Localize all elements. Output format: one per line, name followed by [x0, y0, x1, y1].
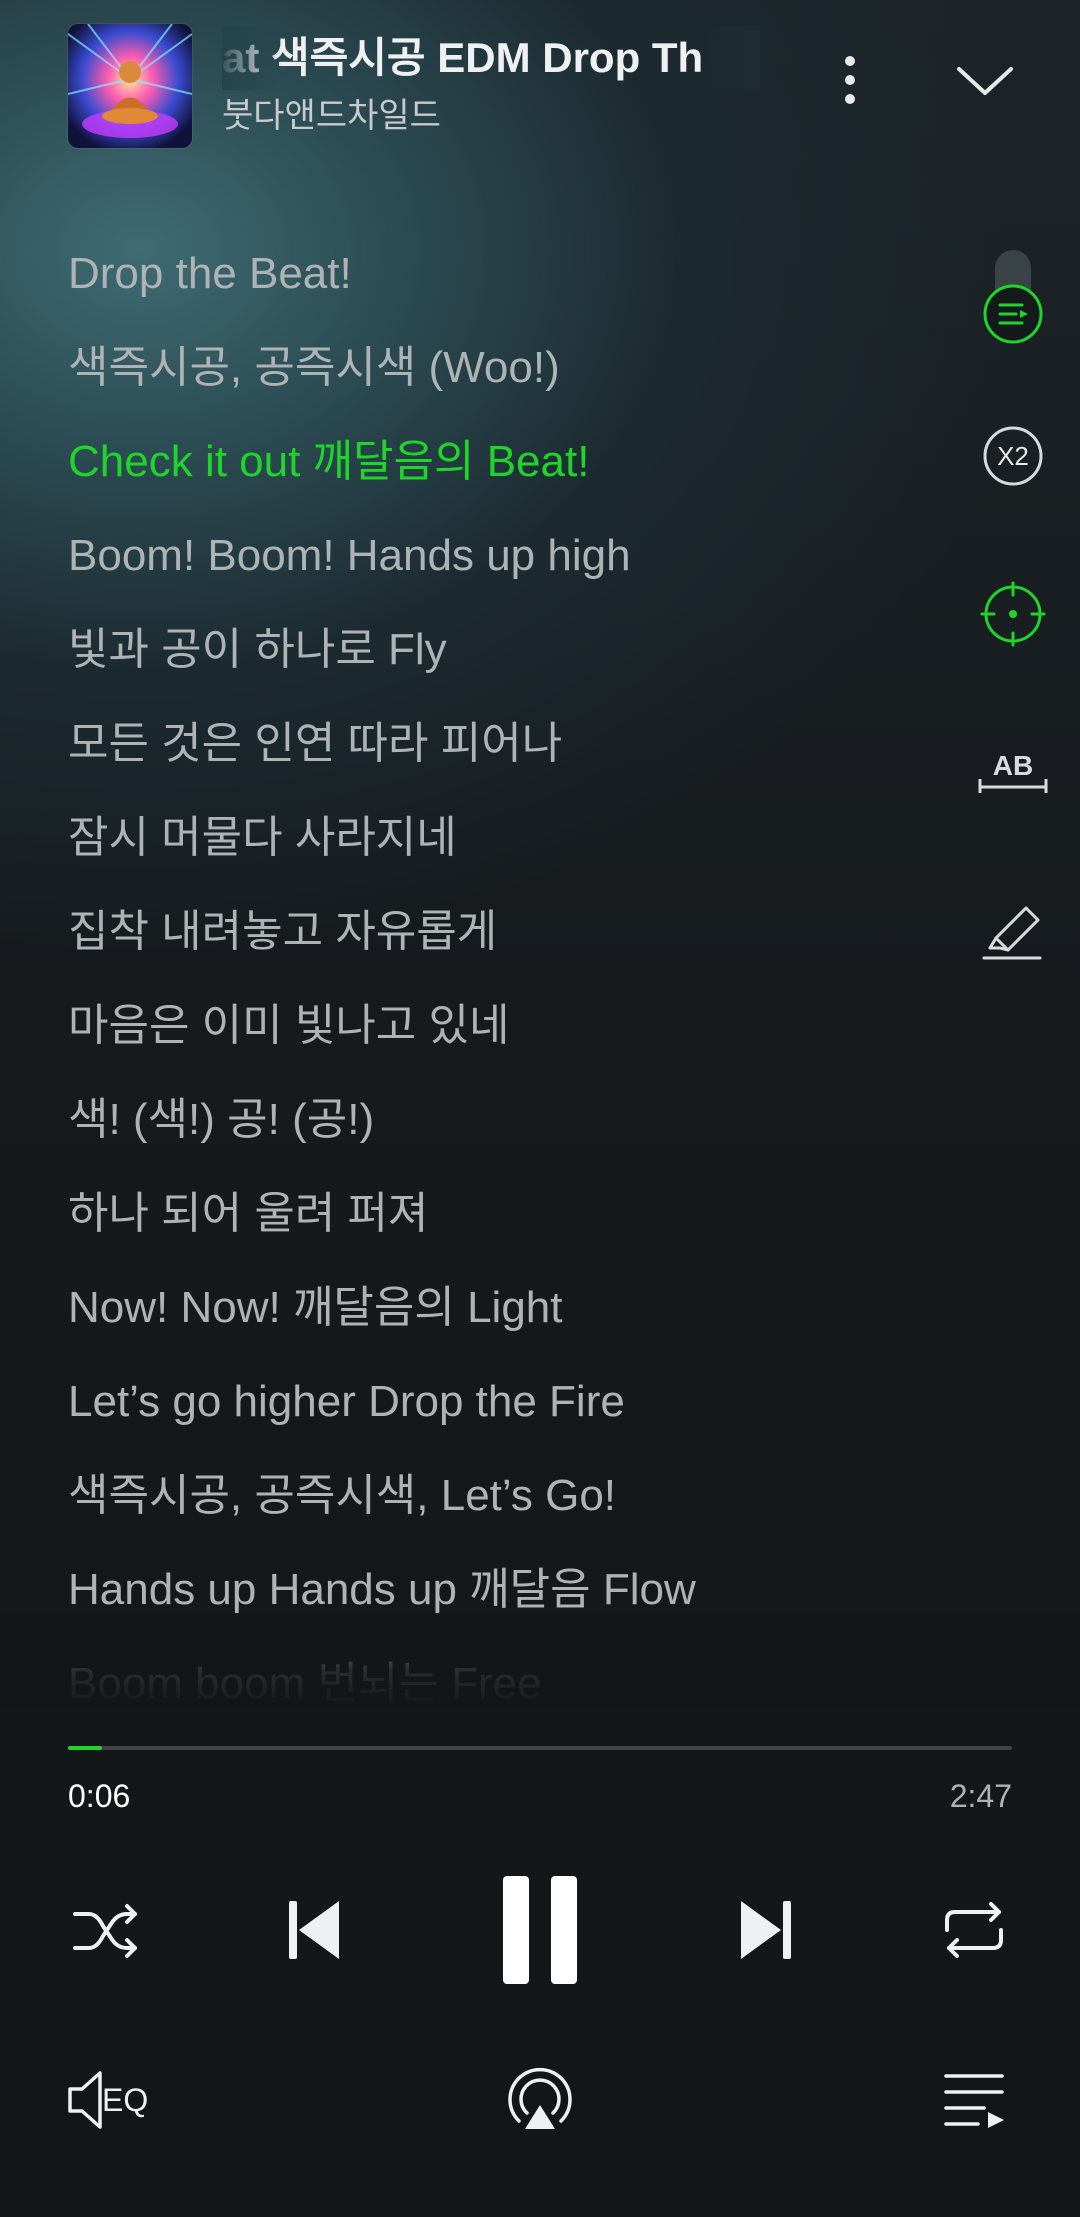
title-fade-right — [705, 26, 760, 90]
lyric-line[interactable]: 색즉시공, 공즉시색, Let’s Go! — [68, 1462, 948, 1556]
lyric-line[interactable]: 하나 되어 울려 퍼져 — [68, 1180, 948, 1274]
lyric-line[interactable]: 집착 내려놓고 자유롭게 — [68, 898, 948, 992]
lyrics-sync-icon[interactable] — [978, 279, 1048, 349]
lyric-line-active[interactable]: Check it out 깨달음의 Beat! — [68, 428, 948, 522]
speed-x2-icon[interactable]: X2 — [978, 421, 1048, 491]
lyrics-list[interactable]: Drop the Beat! 색즉시공, 공즉시색 (Woo!) Check it … — [68, 240, 948, 1710]
chevron-down-icon[interactable] — [955, 55, 1015, 105]
lyric-line[interactable]: 색즉시공, 공즉시색 (Woo!) — [68, 334, 948, 428]
speaker-icon: EQ — [68, 2071, 148, 2129]
cast-icon[interactable] — [505, 2065, 575, 2135]
lyric-line[interactable]: 모든 것은 인연 따라 피어나 — [68, 710, 948, 804]
repeat-icon[interactable] — [934, 1895, 1014, 1965]
speed-label: X2 — [997, 441, 1029, 471]
progress-track[interactable] — [68, 1746, 1012, 1750]
lyric-line[interactable]: 마음은 이미 빛나고 있네 — [68, 992, 948, 1086]
album-art-image — [68, 24, 192, 148]
ab-label: AB — [993, 750, 1033, 781]
progress-fill — [68, 1746, 102, 1750]
album-art[interactable] — [68, 24, 192, 148]
eq-label: EQ — [102, 2082, 148, 2118]
track-title: at 색즉시공 EDM Drop Th — [222, 34, 704, 81]
lyric-line[interactable]: Now! Now! 깨달음의 Light — [68, 1274, 948, 1368]
playlist-icon[interactable] — [940, 2068, 1010, 2132]
total-time: 2:47 — [949, 1778, 1012, 1814]
lyric-line[interactable]: 잠시 머물다 사라지네 — [68, 804, 948, 898]
lyric-line[interactable]: 빛과 공이 하나로 Fly — [68, 616, 948, 710]
pause-icon[interactable] — [490, 1870, 590, 1990]
skip-previous-icon[interactable] — [278, 1895, 348, 1965]
title-fade-left — [222, 26, 282, 90]
locate-current-line-icon[interactable] — [978, 579, 1048, 649]
lyric-line[interactable]: Let’s go higher Drop the Fire — [68, 1368, 948, 1462]
lyric-line[interactable]: Boom! Boom! Hands up high — [68, 522, 948, 616]
artist-name[interactable]: 붓다앤드차일드 — [222, 88, 441, 137]
shuffle-icon[interactable] — [66, 1895, 146, 1965]
equalizer-button[interactable]: EQ — [66, 2065, 156, 2135]
lyric-line[interactable]: 색! (색!) 공! (공!) — [68, 1086, 948, 1180]
current-time: 0:06 — [68, 1778, 131, 1814]
more-vertical-icon[interactable] — [830, 50, 870, 110]
highlighter-icon[interactable] — [978, 892, 1048, 962]
ab-repeat-icon[interactable]: AB — [976, 735, 1048, 805]
skip-next-icon[interactable] — [732, 1895, 802, 1965]
lyric-line[interactable]: Drop the Beat! — [68, 240, 948, 334]
lyrics-bottom-fade — [0, 1610, 1080, 1710]
track-title-marquee: at 색즉시공 EDM Drop Th — [222, 26, 757, 90]
